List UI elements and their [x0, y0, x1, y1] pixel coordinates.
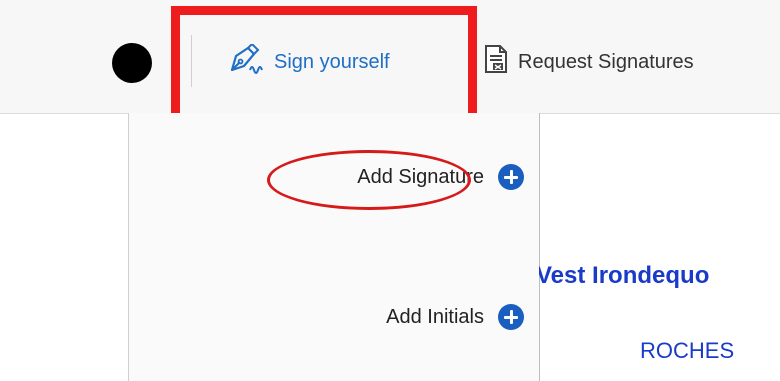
request-signatures-label: Request Signatures [518, 50, 694, 73]
add-signature-label: Add Signature [357, 165, 484, 188]
request-signatures-button[interactable]: Request Signatures [484, 40, 694, 84]
document-page: Vest Irondequo ROCHES [539, 113, 780, 381]
document-subheading: ROCHES [640, 338, 735, 363]
sign-yourself-label: Sign yourself [274, 50, 390, 73]
document-request-icon [484, 45, 518, 79]
add-initials-menu-item[interactable]: Add Initials [386, 304, 524, 330]
sign-dropdown-menu [128, 113, 540, 381]
add-initials-label: Add Initials [386, 305, 484, 328]
pen-signature-icon [228, 42, 274, 80]
plus-circle-icon[interactable] [498, 164, 524, 190]
toolbar-divider [191, 35, 192, 87]
plus-circle-icon[interactable] [498, 304, 524, 330]
sign-yourself-button[interactable]: Sign yourself [228, 40, 390, 84]
add-signature-menu-item[interactable]: Add Signature [357, 164, 524, 190]
color-swatch-button[interactable] [112, 43, 152, 83]
document-heading: Vest Irondequo [539, 262, 710, 289]
toolbar: Sign yourself Request Signatures [0, 0, 780, 114]
